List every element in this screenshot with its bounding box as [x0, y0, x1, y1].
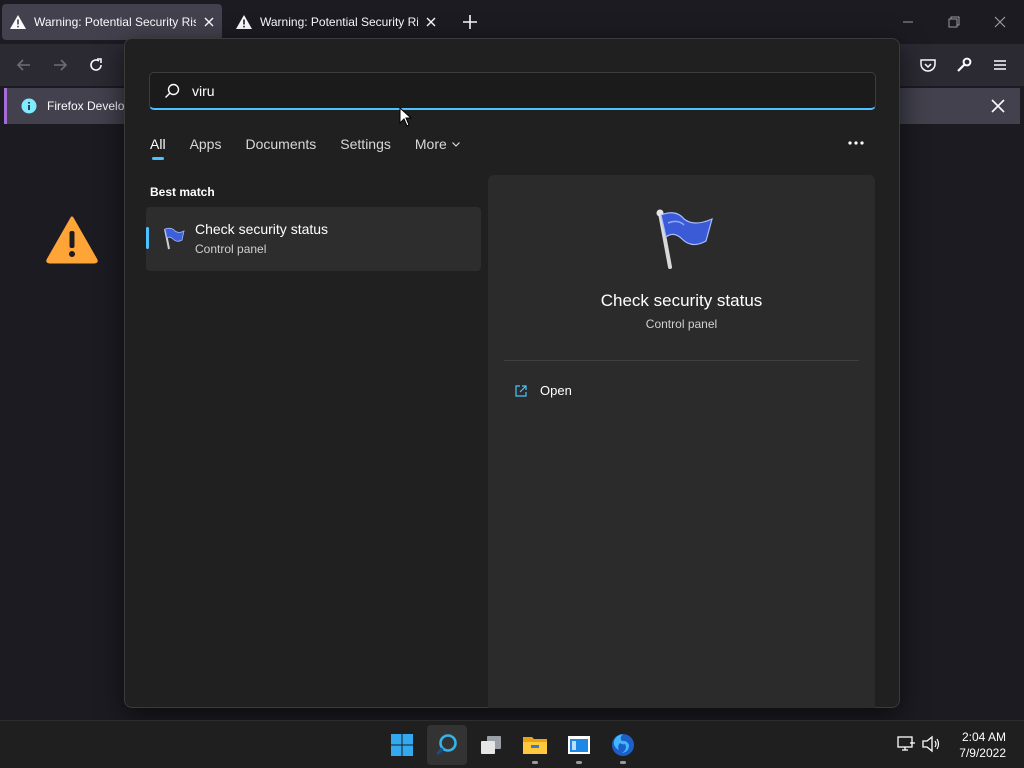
search-box[interactable] — [149, 72, 876, 110]
windows-logo-icon — [391, 734, 413, 756]
clock-time: 2:04 AM — [961, 730, 1006, 744]
warning-icon — [236, 15, 252, 29]
start-button[interactable] — [382, 725, 422, 765]
best-match-result[interactable]: Check security status Control panel — [146, 207, 481, 271]
mouse-cursor-icon — [399, 107, 413, 127]
clock-date: 7/9/2022 — [959, 746, 1006, 760]
running-indicator — [620, 761, 626, 764]
restore-icon[interactable] — [946, 14, 962, 30]
warning-icon — [46, 216, 98, 264]
app-button[interactable] — [559, 725, 599, 765]
result-detail-pane: Check security status Control panel Open — [488, 175, 875, 708]
filter-tab-apps[interactable]: Apps — [190, 136, 222, 152]
warning-icon — [10, 15, 26, 29]
filter-tab-more[interactable]: More — [415, 136, 461, 152]
filter-label: Settings — [340, 136, 391, 152]
security-flag-icon — [164, 227, 185, 250]
taskbar: 2:04 AM 7/9/2022 — [0, 720, 1024, 768]
result-title: Check security status — [195, 221, 329, 237]
detail-subtitle: Control panel — [645, 317, 718, 331]
task-view-icon — [481, 736, 501, 754]
browser-tab-2[interactable]: Warning: Potential Security Risk — [228, 4, 444, 40]
close-window-icon[interactable] — [992, 14, 1008, 30]
filter-tab-all[interactable]: All — [150, 136, 166, 160]
security-flag-icon — [656, 209, 713, 269]
filter-label: All — [150, 136, 166, 152]
more-options-icon[interactable] — [847, 139, 865, 147]
browser-tab-1[interactable]: Warning: Potential Security Risk — [2, 4, 222, 40]
start-search-panel: All Apps Documents Settings More Best ma… — [124, 38, 900, 708]
new-tab-icon[interactable] — [460, 12, 480, 32]
search-filter-tabs: All Apps Documents Settings More — [150, 136, 461, 160]
firefox-icon — [612, 734, 634, 756]
divider — [504, 360, 859, 361]
search-input[interactable] — [190, 81, 830, 100]
search-icon — [165, 83, 180, 98]
task-view-button[interactable] — [471, 725, 511, 765]
tools-icon[interactable] — [955, 56, 973, 74]
filter-tab-settings[interactable]: Settings — [340, 136, 391, 152]
detail-title: Check security status — [600, 291, 763, 310]
filter-label: Apps — [189, 136, 222, 152]
menu-icon[interactable] — [991, 56, 1009, 74]
volume-icon[interactable] — [921, 735, 941, 753]
result-subtitle: Control panel — [195, 242, 267, 256]
back-icon[interactable] — [15, 56, 33, 74]
filter-label: Documents — [245, 136, 317, 152]
running-indicator — [576, 761, 582, 764]
open-action[interactable]: Open — [514, 383, 572, 398]
filter-tab-documents[interactable]: Documents — [245, 136, 316, 152]
network-icon[interactable] — [896, 735, 916, 753]
info-icon — [21, 98, 37, 114]
system-clock[interactable]: 2:04 AM 7/9/2022 — [959, 729, 1006, 761]
close-tab-icon[interactable] — [426, 17, 436, 27]
chevron-down-icon — [451, 142, 460, 147]
running-indicator — [532, 761, 538, 764]
close-tab-icon[interactable] — [204, 17, 214, 27]
tab-title: Warning: Potential Security Risk — [34, 15, 196, 29]
forward-icon[interactable] — [51, 56, 69, 74]
pocket-icon[interactable] — [919, 56, 937, 74]
best-match-heading: Best match — [150, 185, 215, 199]
minimize-icon[interactable] — [900, 14, 916, 30]
file-explorer-button[interactable] — [515, 725, 555, 765]
filter-label: More — [414, 136, 447, 152]
reload-icon[interactable] — [87, 56, 105, 74]
open-external-icon — [515, 384, 527, 397]
close-icon[interactable] — [990, 98, 1006, 114]
tab-title: Warning: Potential Security Risk — [260, 15, 418, 29]
search-icon — [436, 734, 457, 756]
folder-icon — [523, 737, 547, 754]
open-action-label: Open — [540, 383, 572, 398]
window-app-icon — [568, 736, 590, 754]
firefox-button[interactable] — [603, 725, 643, 765]
search-taskbar-button[interactable] — [427, 725, 467, 765]
